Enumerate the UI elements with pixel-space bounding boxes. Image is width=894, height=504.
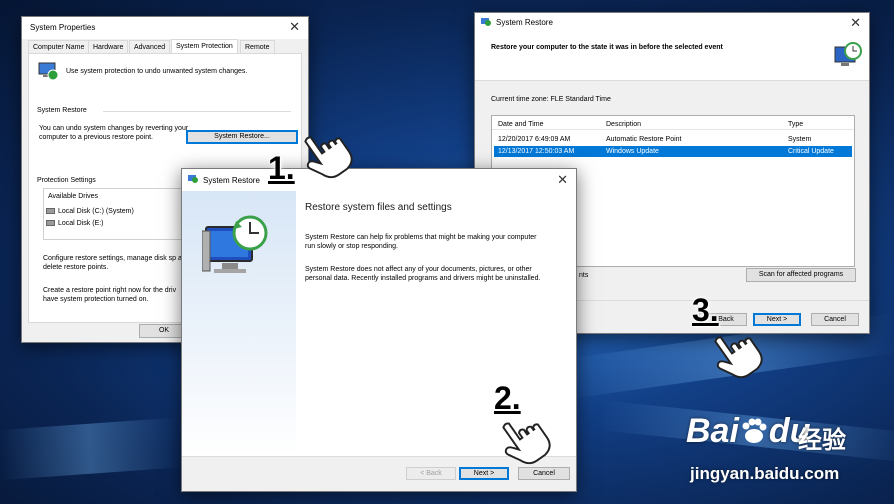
cell-description: Automatic Restore Point (606, 136, 682, 143)
pointing-hand-icon (304, 136, 353, 179)
restore-intro-titlebar: System Restore ✕ (182, 169, 576, 191)
system-restore-icon (481, 18, 491, 26)
drive-icon (46, 208, 55, 215)
drive-label: Local Disk (E:) (58, 220, 104, 227)
table-row[interactable]: 12/20/2017 6:49:09 AM Automatic Restore … (494, 134, 852, 145)
wizard-header-text: Restore your computer to the state it wa… (491, 44, 723, 51)
drive-item-e[interactable]: Local Disk (E:) (46, 219, 104, 228)
pointing-hand-icon (502, 422, 551, 465)
tab-system-protection[interactable]: System Protection (171, 39, 238, 53)
window-title: System Restore (203, 176, 260, 185)
tab-remote[interactable]: Remote (240, 40, 275, 53)
table-header: Date and Time Description Type (492, 116, 854, 130)
baidu-jingyan-text: 经验 (798, 427, 846, 454)
drive-item-c[interactable]: Local Disk (C:) (System) (46, 207, 134, 216)
step-label-1: 1. (268, 150, 295, 186)
next-button[interactable]: Next > (753, 313, 801, 326)
computer-shield-icon (38, 62, 59, 81)
tab-computer-name[interactable]: Computer Name (28, 40, 90, 53)
wizard-para-2: System Restore does not affect any of yo… (305, 266, 541, 282)
back-button[interactable]: < Back (406, 467, 456, 480)
close-icon[interactable]: ✕ (289, 20, 300, 33)
close-icon[interactable]: ✕ (850, 16, 861, 29)
step-label-3: 3. (692, 292, 719, 328)
cell-type: Critical Update (788, 148, 834, 155)
system-properties-titlebar: System Properties ✕ (22, 17, 308, 39)
drives-list: Available Drives Local Disk (C:) (System… (43, 188, 193, 240)
timezone-label: Current time zone: FLE Standard Time (491, 96, 611, 103)
table-row-selected[interactable]: 12/13/2017 12:50:03 AM Windows Update Cr… (494, 146, 852, 157)
section-heading-system-restore: System Restore (37, 107, 87, 114)
intro-text: Use system protection to undo unwanted s… (66, 68, 248, 75)
scan-affected-programs-button[interactable]: Scan for affected programs (746, 268, 856, 282)
section-heading-protection: Protection Settings (37, 177, 96, 184)
baidu-logo-text: Bai du (686, 412, 810, 451)
tab-hardware[interactable]: Hardware (88, 40, 129, 53)
window-title: System Restore (496, 18, 553, 27)
wizard-header: Restore your computer to the state it wa… (475, 31, 869, 81)
system-restore-icon (188, 175, 198, 183)
step-label-2: 2. (494, 380, 521, 416)
restore-description: You can undo system changes by reverting… (39, 125, 189, 141)
close-icon[interactable]: ✕ (557, 173, 568, 186)
system-restore-large-icon (202, 215, 268, 273)
baidu-brand-part1: Bai (686, 412, 739, 450)
drives-header: Available Drives (48, 193, 99, 200)
cancel-button[interactable]: Cancel (811, 313, 859, 326)
cell-type: System (788, 136, 812, 143)
drive-icon (46, 220, 55, 227)
column-header-date[interactable]: Date and Time (498, 120, 544, 129)
drive-label: Local Disk (C:) (System) (58, 208, 134, 215)
pointing-hand-icon (714, 336, 763, 379)
column-header-description[interactable]: Description (606, 120, 641, 129)
baidu-paw-icon (742, 418, 767, 443)
wizard-heading: Restore system files and settings (305, 202, 452, 213)
system-restore-icon (834, 42, 862, 66)
baidu-url: jingyan.baidu.com (690, 464, 840, 483)
wizard-para-1: System Restore can help fix problems tha… (305, 234, 537, 250)
show-more-points-fragment[interactable]: nts (579, 271, 588, 280)
window-title: System Properties (30, 23, 96, 32)
system-restore-button[interactable]: System Restore... (186, 130, 298, 144)
create-text: Create a restore point right now for the… (43, 287, 177, 303)
cell-description: Windows Update (606, 148, 659, 155)
divider (103, 111, 291, 112)
cell-date: 12/13/2017 12:50:03 AM (498, 148, 575, 155)
column-header-type[interactable]: Type (788, 120, 803, 129)
wizard-side-panel (182, 191, 296, 456)
cell-date: 12/20/2017 6:49:09 AM (498, 136, 571, 143)
restore-points-titlebar: System Restore ✕ (475, 13, 869, 31)
configure-text: Configure restore settings, manage disk … (43, 255, 190, 271)
tab-advanced[interactable]: Advanced (129, 40, 171, 53)
